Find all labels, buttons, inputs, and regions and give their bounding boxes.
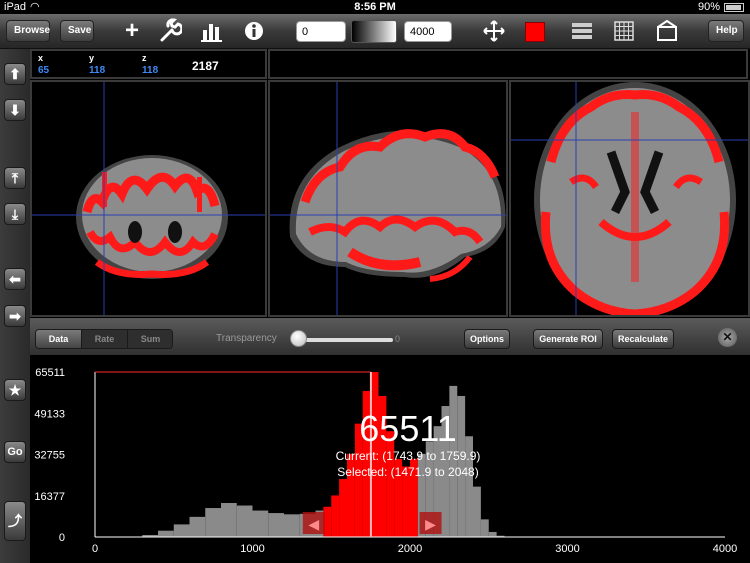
wrench-icon[interactable] bbox=[158, 18, 184, 44]
histogram-bar bbox=[236, 505, 253, 537]
x-label: x bbox=[38, 53, 44, 63]
histogram-chart[interactable]: 016377327554913365511 0 1000 2000 3000 4000 … bbox=[30, 355, 750, 563]
y-tick-label: 65511 bbox=[35, 367, 65, 379]
coordinate-readout: x 65 y 118 z 118 2187 bbox=[30, 49, 267, 79]
toolbar: Browse Save + 0 4000 Help bbox=[0, 14, 750, 49]
tab-sum[interactable]: Sum bbox=[128, 330, 172, 348]
sagittal-view[interactable] bbox=[268, 80, 508, 317]
y-tick-label: 16377 bbox=[34, 491, 65, 503]
help-button[interactable]: Help bbox=[708, 20, 744, 42]
x-tick-label: 0 bbox=[92, 543, 98, 555]
tab-rate[interactable]: Rate bbox=[82, 330, 128, 348]
plus-icon[interactable]: + bbox=[120, 18, 144, 44]
selection-left-arrow-icon[interactable]: ◀ bbox=[308, 516, 319, 532]
arrow-right-icon[interactable]: ➡ bbox=[4, 305, 26, 327]
status-time: 8:56 PM bbox=[354, 1, 396, 13]
arrow-up-bar-icon[interactable]: ⤒ bbox=[4, 167, 26, 189]
transparency-slider-track[interactable] bbox=[298, 338, 393, 342]
peak-count-label: 65511 bbox=[359, 408, 456, 449]
transparency-value: 0 bbox=[395, 334, 401, 344]
move-icon[interactable] bbox=[482, 18, 506, 44]
x-tick-label: 4000 bbox=[713, 543, 737, 555]
bar-chart-icon[interactable] bbox=[200, 18, 224, 44]
histogram-bar bbox=[252, 510, 269, 537]
arrow-left-icon[interactable]: ⬅ bbox=[4, 268, 26, 290]
histogram-bar bbox=[284, 514, 300, 537]
x-value: 65 bbox=[38, 65, 50, 76]
sidebar: ⬆ ⬇ ⤒ ⤓ ⬅ ➡ ★ Go ⤴ bbox=[0, 49, 30, 563]
histogram-panel: Data Rate Sum Transparency 0 Options Gen… bbox=[30, 318, 750, 563]
selected-range-label: Selected: (1471.9 to 2048) bbox=[337, 465, 478, 479]
histogram-bar bbox=[331, 495, 340, 537]
close-icon[interactable]: ✕ bbox=[718, 328, 737, 347]
overlay-color-swatch[interactable] bbox=[525, 22, 545, 42]
histogram-bar bbox=[205, 508, 221, 537]
save-button[interactable]: Save bbox=[60, 20, 94, 42]
status-bar: iPad ◠ 8:56 PM 90% bbox=[0, 0, 750, 14]
y-tick-label: 0 bbox=[59, 532, 65, 544]
y-tick-label: 32755 bbox=[34, 450, 65, 462]
y-value: 118 bbox=[89, 65, 106, 76]
window-max-input[interactable]: 4000 bbox=[404, 21, 452, 42]
generate-roi-button[interactable]: Generate ROI bbox=[533, 329, 603, 349]
rotate-icon[interactable]: ⤴ bbox=[4, 501, 26, 541]
browse-button[interactable]: Browse bbox=[6, 20, 50, 42]
selection-right-arrow-icon[interactable]: ▶ bbox=[425, 516, 436, 532]
recalculate-button[interactable]: Recalculate bbox=[612, 329, 674, 349]
info-bar bbox=[268, 49, 748, 79]
x-tick-label: 1000 bbox=[240, 543, 264, 555]
arrow-down-bar-icon[interactable]: ⤓ bbox=[4, 203, 26, 225]
tab-data[interactable]: Data bbox=[36, 330, 82, 348]
histogram-bar bbox=[473, 486, 481, 537]
transparency-slider-knob[interactable] bbox=[290, 330, 307, 347]
intensity-value: 2187 bbox=[192, 59, 219, 73]
z-label: z bbox=[142, 53, 147, 63]
info-icon[interactable] bbox=[242, 18, 266, 44]
arrow-down-icon[interactable]: ⬇ bbox=[4, 99, 26, 121]
battery-icon bbox=[724, 3, 744, 12]
histogram-bar bbox=[488, 531, 497, 537]
y-tick-label: 49133 bbox=[34, 408, 65, 420]
y-label: y bbox=[89, 53, 95, 63]
histogram-bar bbox=[221, 502, 237, 537]
options-button[interactable]: Options bbox=[464, 329, 510, 349]
window-min-input[interactable]: 0 bbox=[296, 21, 346, 42]
histogram-bar bbox=[189, 516, 206, 537]
go-button[interactable]: Go bbox=[4, 441, 26, 463]
x-tick-label: 3000 bbox=[555, 543, 579, 555]
arrow-up-icon[interactable]: ⬆ bbox=[4, 63, 26, 85]
histogram-bar bbox=[158, 530, 174, 537]
colormap-gradient[interactable] bbox=[351, 20, 397, 43]
histogram-bar bbox=[480, 519, 489, 537]
tray-icon[interactable] bbox=[655, 18, 679, 44]
histogram-bar bbox=[339, 479, 347, 537]
histogram-bar bbox=[268, 513, 284, 537]
star-icon[interactable]: ★ bbox=[4, 379, 26, 401]
x-tick-label: 2000 bbox=[398, 543, 422, 555]
current-range-label: Current: (1743.9 to 1759.9) bbox=[336, 449, 481, 463]
histogram-mode-tabs: Data Rate Sum bbox=[35, 329, 173, 349]
histogram-toolbar: Data Rate Sum Transparency 0 Options Gen… bbox=[30, 319, 750, 355]
z-value: 118 bbox=[142, 65, 159, 76]
layers-icon[interactable] bbox=[570, 18, 594, 44]
transparency-label: Transparency bbox=[216, 333, 277, 344]
battery-percent: 90% bbox=[697, 1, 720, 13]
coronal-view[interactable] bbox=[30, 80, 267, 317]
grid-icon[interactable] bbox=[612, 18, 636, 44]
axial-view[interactable] bbox=[509, 80, 750, 317]
histogram-bar bbox=[173, 524, 190, 537]
